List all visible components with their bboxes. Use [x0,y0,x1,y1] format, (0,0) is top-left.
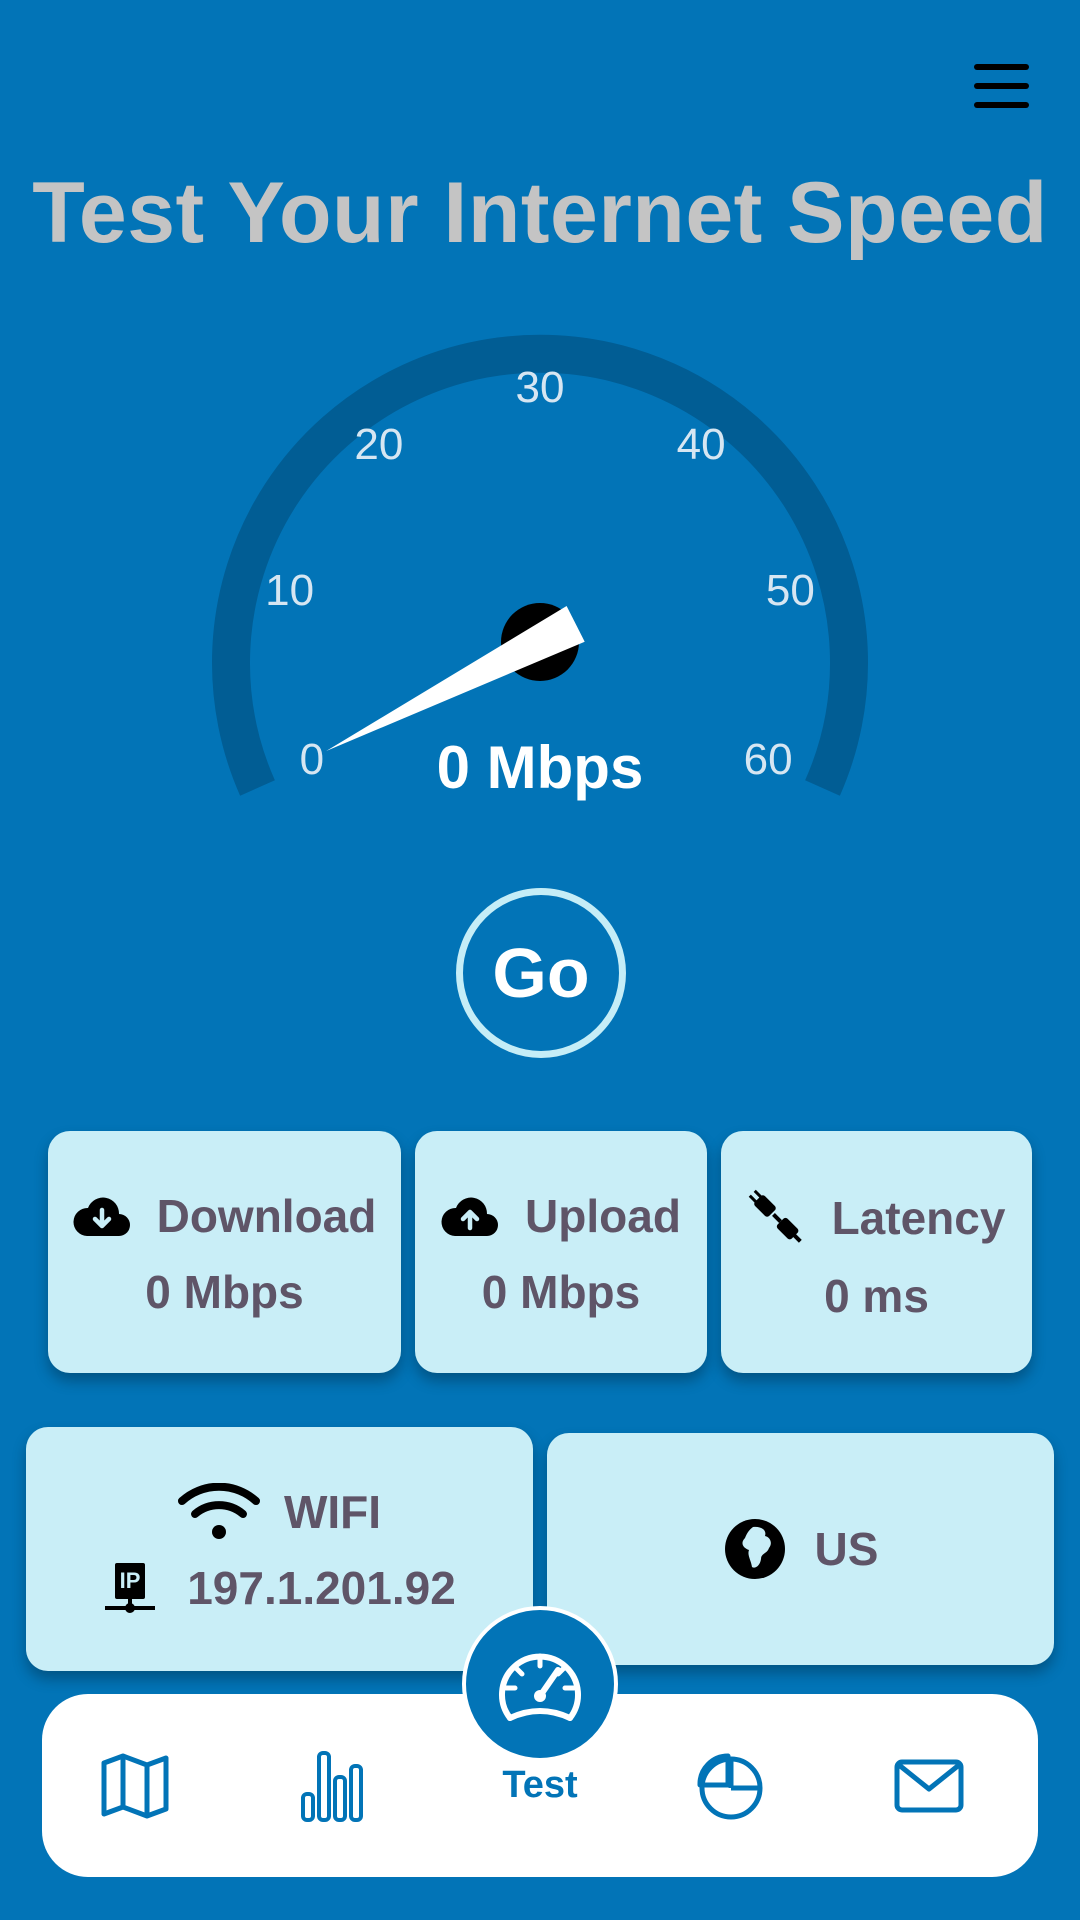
upload-card: Upload 0 Mbps [415,1131,707,1373]
download-card: Download 0 Mbps [48,1131,401,1373]
country-code: US [814,1523,879,1575]
nav-map[interactable] [85,1694,185,1877]
gauge-hub [501,603,579,681]
bar-chart-icon [301,1750,363,1822]
speedometer-icon [499,1653,581,1721]
latency-card: Latency 0 ms [721,1131,1032,1373]
hamburger-menu-icon[interactable] [966,56,1034,116]
upload-label: Upload [525,1190,681,1242]
ip-address-icon: IP [105,1563,156,1613]
ip-address: 197.1.201.92 [187,1562,456,1614]
nav-contact[interactable] [879,1694,979,1877]
cloud-upload-icon [441,1197,499,1236]
country-card: US [547,1433,1054,1665]
go-button[interactable]: Go [456,888,626,1058]
mail-icon [894,1759,964,1812]
gauge-track [212,334,868,796]
plug-icon [748,1189,802,1243]
nav-test-label: Test [502,1764,578,1806]
download-label: Download [156,1190,377,1242]
pie-chart-icon [697,1753,763,1819]
connection-type: WIFI [283,1486,382,1538]
gauge-tick-label: 0 [300,735,324,784]
latency-label: Latency [831,1192,1006,1244]
gauge-tick-label: 50 [766,566,815,615]
globe-icon [724,1519,785,1579]
download-value: 0 Mbps [145,1266,304,1318]
speed-readout: 0 Mbps [436,734,644,801]
gauge-tick-label: 40 [677,420,726,469]
network-info-card: WIFI IP 197.1.201.92 [26,1427,533,1671]
nav-test[interactable] [462,1606,618,1762]
nav-stats[interactable] [282,1694,382,1877]
cloud-download-icon [73,1197,130,1236]
map-icon [101,1753,169,1818]
svg-text:IP: IP [120,1568,141,1593]
gauge-tick-label: 10 [265,566,314,615]
gauge-needle [326,606,585,751]
gauge-ticks: 0 10 20 30 40 50 60 [265,363,815,784]
gauge-tick-label: 60 [744,735,793,784]
upload-value: 0 Mbps [481,1266,641,1318]
gauge-tick-label: 30 [516,363,565,412]
wifi-icon [177,1483,260,1539]
nav-history[interactable] [680,1694,780,1877]
latency-value: 0 ms [824,1270,929,1322]
page-title: Test Your Internet Speed [32,165,1048,261]
gauge-tick-label: 20 [354,420,403,469]
